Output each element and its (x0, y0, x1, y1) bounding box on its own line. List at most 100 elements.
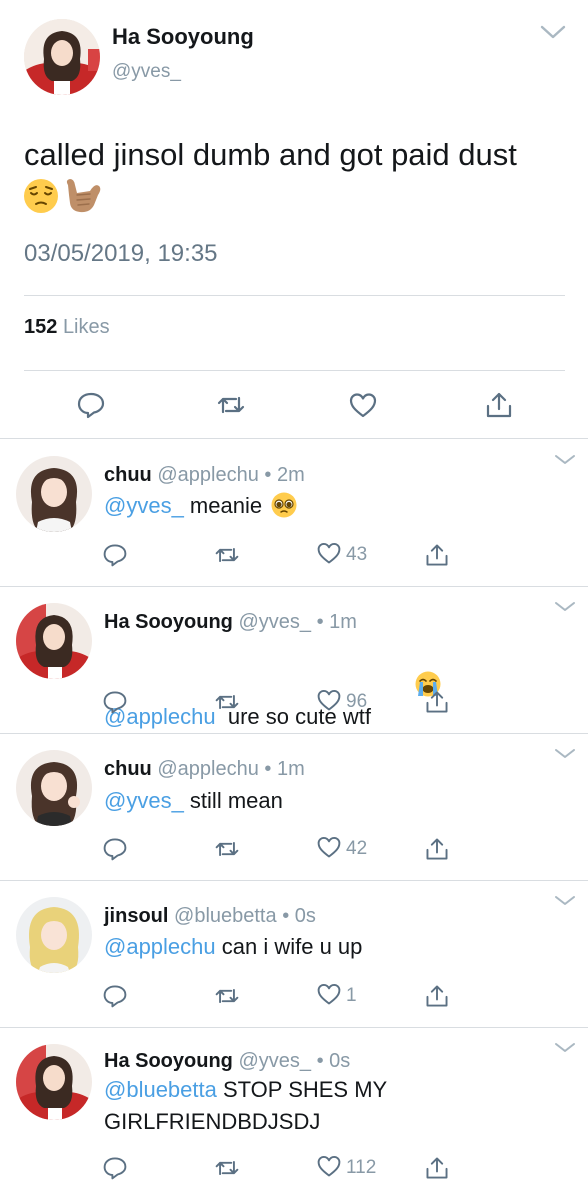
reply-tweet[interactable]: chuu @applechu • 2m @yves_ meanie 43 (0, 440, 588, 587)
reply-body: meanie (183, 493, 263, 518)
like-count: 42 (346, 838, 368, 859)
reply-header: chuu @applechu • 2m (104, 464, 305, 487)
retweet-icon[interactable] (214, 835, 240, 863)
likes-summary[interactable]: 152 Likes (24, 316, 110, 339)
retweet-icon[interactable] (214, 1154, 240, 1182)
like-button[interactable]: 42 (316, 835, 367, 863)
reply-icon[interactable] (102, 982, 128, 1010)
avatar[interactable] (16, 750, 92, 826)
retweet-icon[interactable] (214, 541, 240, 569)
reply-tweet[interactable]: jinsoul @bluebetta • 0s @applechu can i … (0, 881, 588, 1028)
like-button[interactable]: 43 (316, 541, 367, 569)
reply-icon[interactable] (102, 835, 128, 863)
divider (24, 370, 565, 371)
avatar[interactable] (16, 897, 92, 973)
mention-link[interactable]: @applechu (104, 934, 216, 959)
retweet-icon[interactable] (214, 982, 240, 1010)
share-icon[interactable] (424, 835, 450, 863)
reply-time: 0s (294, 905, 316, 927)
reply-header: jinsoul @bluebetta • 0s (104, 905, 316, 928)
like-button[interactable]: 1 (316, 982, 357, 1010)
share-icon[interactable] (424, 541, 450, 569)
like-count: 1 (346, 985, 357, 1006)
retweet-icon[interactable] (214, 688, 240, 716)
reply-icon[interactable] (102, 541, 128, 569)
author-handle[interactable]: @yves_ (112, 61, 181, 83)
share-icon[interactable] (484, 390, 514, 420)
mention-link[interactable]: @bluebetta (104, 1077, 217, 1102)
like-icon (316, 540, 342, 571)
chevron-down-icon[interactable] (539, 22, 567, 42)
meta-separator: • (264, 464, 272, 486)
like-icon (316, 981, 342, 1012)
reply-icon[interactable] (76, 390, 106, 420)
reply-time: 0s (329, 1050, 351, 1072)
share-icon[interactable] (424, 688, 450, 716)
author-handle[interactable]: @yves_ (238, 611, 311, 633)
author-handle[interactable]: @applechu (157, 464, 258, 486)
like-icon (316, 687, 342, 718)
reply-body: still mean (183, 788, 283, 813)
like-icon (316, 834, 342, 865)
reply-header: chuu @applechu • 1m (104, 758, 305, 781)
author-handle[interactable]: @yves_ (238, 1050, 311, 1072)
retweet-icon[interactable] (216, 390, 246, 420)
author-name[interactable]: Ha Sooyoung (104, 1050, 233, 1072)
reply-header: Ha Sooyoung @yves_ • 0s (104, 1050, 350, 1073)
like-icon (316, 1153, 342, 1184)
likes-count: 152 (24, 316, 58, 338)
avatar[interactable] (16, 1044, 92, 1120)
like-button[interactable]: 112 (316, 1154, 376, 1182)
chevron-down-icon[interactable] (553, 1040, 577, 1056)
meta-separator: • (316, 1050, 324, 1072)
avatar[interactable] (16, 456, 92, 532)
share-icon[interactable] (424, 1154, 450, 1182)
reply-icon[interactable] (102, 1154, 128, 1182)
likes-label: Likes (62, 316, 110, 338)
pleading-face-emoji (270, 491, 298, 528)
mention-link[interactable]: @yves_ (104, 788, 184, 813)
author-handle[interactable]: @applechu (157, 758, 258, 780)
meta-separator: • (264, 758, 272, 780)
reply-body: can i wife u up (215, 934, 363, 959)
reply-text: @bluebetta STOP SHES MY GIRLFRIENDBDJSDJ (104, 1074, 424, 1138)
chevron-down-icon[interactable] (553, 893, 577, 909)
mention-link[interactable]: @yves_ (104, 493, 184, 518)
avatar[interactable] (16, 603, 92, 679)
author-name[interactable]: jinsoul (104, 905, 168, 927)
like-button[interactable]: 96 (316, 688, 367, 716)
reply-time: 2m (276, 464, 305, 486)
reply-tweet[interactable]: chuu @applechu • 1m @yves_ still mean 42 (0, 734, 588, 881)
tweet-timestamp: 03/05/2019, 19:35 (24, 240, 218, 267)
like-count: 96 (346, 691, 368, 712)
avatar[interactable] (24, 19, 100, 95)
author-name[interactable]: Ha Sooyoung (112, 24, 254, 50)
like-icon[interactable] (348, 390, 378, 420)
author-name[interactable]: chuu (104, 464, 152, 486)
meta-separator: • (282, 905, 290, 927)
chevron-down-icon[interactable] (553, 599, 577, 615)
main-tweet: Ha Sooyoung @yves_ called jinsol dumb an… (0, 0, 588, 439)
divider (24, 295, 565, 296)
author-name[interactable]: Ha Sooyoung (104, 611, 233, 633)
reply-time: 1m (276, 758, 305, 780)
call-me-hand-emoji (62, 177, 102, 215)
author-handle[interactable]: @bluebetta (174, 905, 277, 927)
like-count: 43 (346, 544, 368, 565)
like-count: 112 (346, 1157, 377, 1178)
share-icon[interactable] (424, 982, 450, 1010)
reply-header: Ha Sooyoung @yves_ • 1m (104, 611, 357, 634)
chevron-down-icon[interactable] (553, 746, 577, 762)
meta-separator: • (316, 611, 324, 633)
pensive-face-emoji (22, 177, 60, 215)
author-name[interactable]: chuu (104, 758, 152, 780)
chevron-down-icon[interactable] (553, 452, 577, 468)
tweet-emojis (22, 176, 102, 216)
reply-tweet[interactable]: Ha Sooyoung @yves_ • 0s @bluebetta STOP … (0, 1028, 588, 1200)
reply-text: @yves_ still mean (104, 785, 554, 817)
reply-icon[interactable] (102, 688, 128, 716)
reply-text: @yves_ meanie (104, 490, 554, 528)
reply-tweet[interactable]: Ha Sooyoung @yves_ • 1m @applechu ure so… (0, 587, 588, 734)
tweet-text: called jinsol dumb and got paid dust (24, 137, 517, 172)
reply-time: 1m (329, 611, 357, 633)
